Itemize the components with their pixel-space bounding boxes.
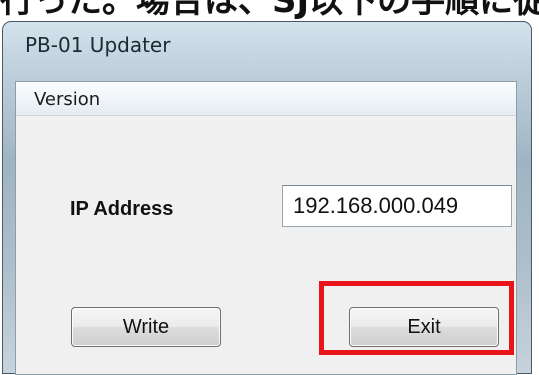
- window-title: PB-01 Updater: [25, 33, 171, 57]
- updater-window: PB-01 Updater Version IP Address Write E…: [2, 21, 532, 375]
- ip-address-input[interactable]: [282, 185, 512, 227]
- write-button[interactable]: Write: [71, 307, 221, 347]
- exit-button[interactable]: Exit: [349, 307, 499, 347]
- window-client-area: Version IP Address Write Exit: [15, 81, 517, 375]
- ip-address-label: IP Address: [70, 198, 174, 220]
- menu-bar: Version: [16, 82, 516, 116]
- background-caption-strip: 行った。場合は、SJ以下の手順に従って: [0, 0, 539, 22]
- menu-item-version[interactable]: Version: [34, 89, 100, 110]
- background-caption: 行った。場合は、SJ以下の手順に従って: [0, 0, 539, 21]
